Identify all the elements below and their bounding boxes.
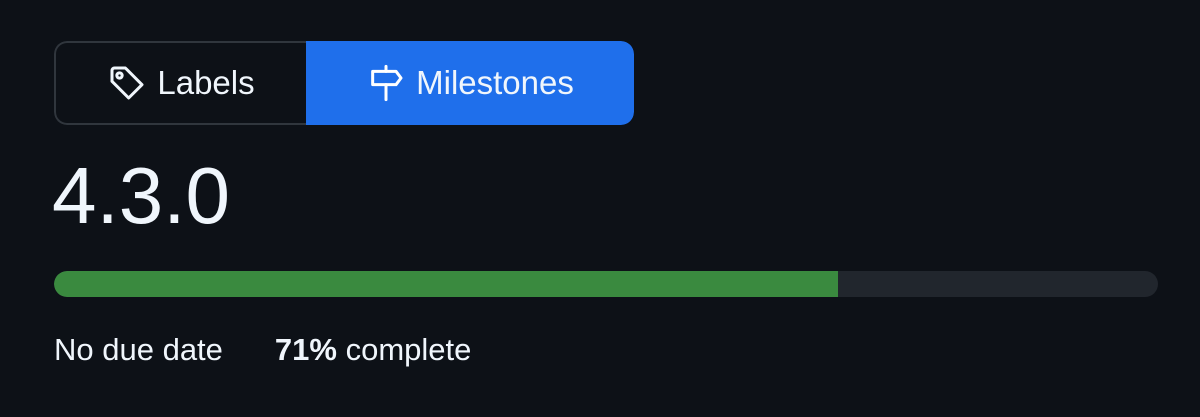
tab-milestones-label: Milestones [416,64,574,101]
due-date-text: No due date [54,332,223,367]
tag-icon [107,63,147,103]
labels-milestones-toggle: Labels Milestones [54,41,634,125]
milestone-progress-bar [54,271,1158,297]
percent-complete: 71% complete [275,326,471,374]
tab-labels-label: Labels [157,64,255,101]
complete-label: complete [345,332,472,367]
percent-value: 71% [274,332,337,367]
milestone-title[interactable]: 4.3.0 [52,148,230,244]
tab-milestones[interactable]: Milestones [306,41,634,125]
tab-labels[interactable]: Labels [54,41,306,125]
milestone-signpost-icon [366,63,406,103]
milestones-page: Labels Milestones 4.3.0 No due date 71% … [0,0,1200,417]
progress-bar-fill [54,271,838,297]
milestone-meta: No due date 71% complete [54,326,471,374]
